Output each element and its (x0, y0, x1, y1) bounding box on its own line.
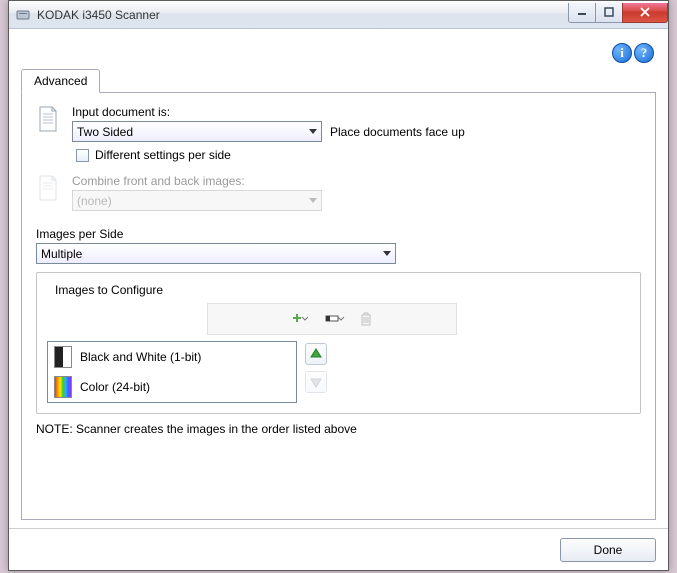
input-document-select[interactable]: Two Sided (72, 121, 322, 142)
combine-label: Combine front and back images: (72, 174, 641, 188)
window-title: KODAK i3450 Scanner (37, 8, 569, 22)
titlebar: KODAK i3450 Scanner (9, 1, 668, 29)
different-settings-checkbox[interactable] (76, 149, 89, 162)
info-icon[interactable]: i (612, 43, 632, 63)
move-up-button[interactable] (305, 343, 327, 365)
images-per-side-select-wrap: Multiple (36, 243, 396, 264)
images-to-configure-legend: Images to Configure (51, 283, 167, 297)
client-area: i ? Advanced Input document is: Two Side… (9, 29, 668, 528)
delete-button[interactable] (355, 308, 377, 330)
bw-thumb-icon (54, 346, 72, 368)
list-item-label: Black and White (1-bit) (80, 350, 201, 364)
images-per-side-label: Images per Side (36, 227, 641, 241)
tab-strip: Advanced (21, 69, 656, 93)
close-button[interactable] (622, 3, 668, 23)
app-window: KODAK i3450 Scanner i ? Advanced (8, 0, 669, 571)
input-document-label: Input document is: (72, 105, 641, 119)
move-down-button[interactable] (305, 371, 327, 393)
reorder-buttons (305, 343, 327, 393)
document-icon (36, 105, 60, 133)
list-item[interactable]: Black and White (1-bit) (48, 342, 296, 372)
different-settings-row: Different settings per side (76, 148, 641, 162)
app-icon (15, 7, 31, 23)
tab-body: Input document is: Two Sided Place docum… (21, 93, 656, 520)
tab-advanced[interactable]: Advanced (21, 69, 100, 93)
footer: Done (9, 528, 668, 570)
help-icon[interactable]: ? (634, 43, 654, 63)
maximize-button[interactable] (595, 3, 623, 23)
order-note: NOTE: Scanner creates the images in the … (36, 422, 641, 436)
list-item-label: Color (24-bit) (80, 380, 150, 394)
mode-button[interactable] (321, 308, 351, 330)
configure-list-area: Black and White (1-bit) Color (24-bit) (47, 341, 630, 403)
color-thumb-icon (54, 376, 72, 398)
add-button[interactable] (287, 308, 317, 330)
input-document-select-wrap: Two Sided (72, 121, 322, 142)
document-icon (36, 174, 60, 202)
list-item[interactable]: Color (24-bit) (48, 372, 296, 402)
images-to-configure-group: Images to Configure (36, 272, 641, 414)
images-per-side-select[interactable]: Multiple (36, 243, 396, 264)
combine-select: (none) (72, 190, 322, 211)
configure-listbox[interactable]: Black and White (1-bit) Color (24-bit) (47, 341, 297, 403)
combine-select-wrap: (none) (72, 190, 322, 211)
done-button[interactable]: Done (560, 538, 656, 562)
header-icons: i ? (612, 43, 654, 63)
input-document-hint: Place documents face up (330, 125, 465, 139)
minimize-button[interactable] (568, 3, 596, 23)
configure-toolbar (207, 303, 457, 335)
window-buttons (569, 3, 668, 23)
different-settings-label: Different settings per side (95, 148, 231, 162)
